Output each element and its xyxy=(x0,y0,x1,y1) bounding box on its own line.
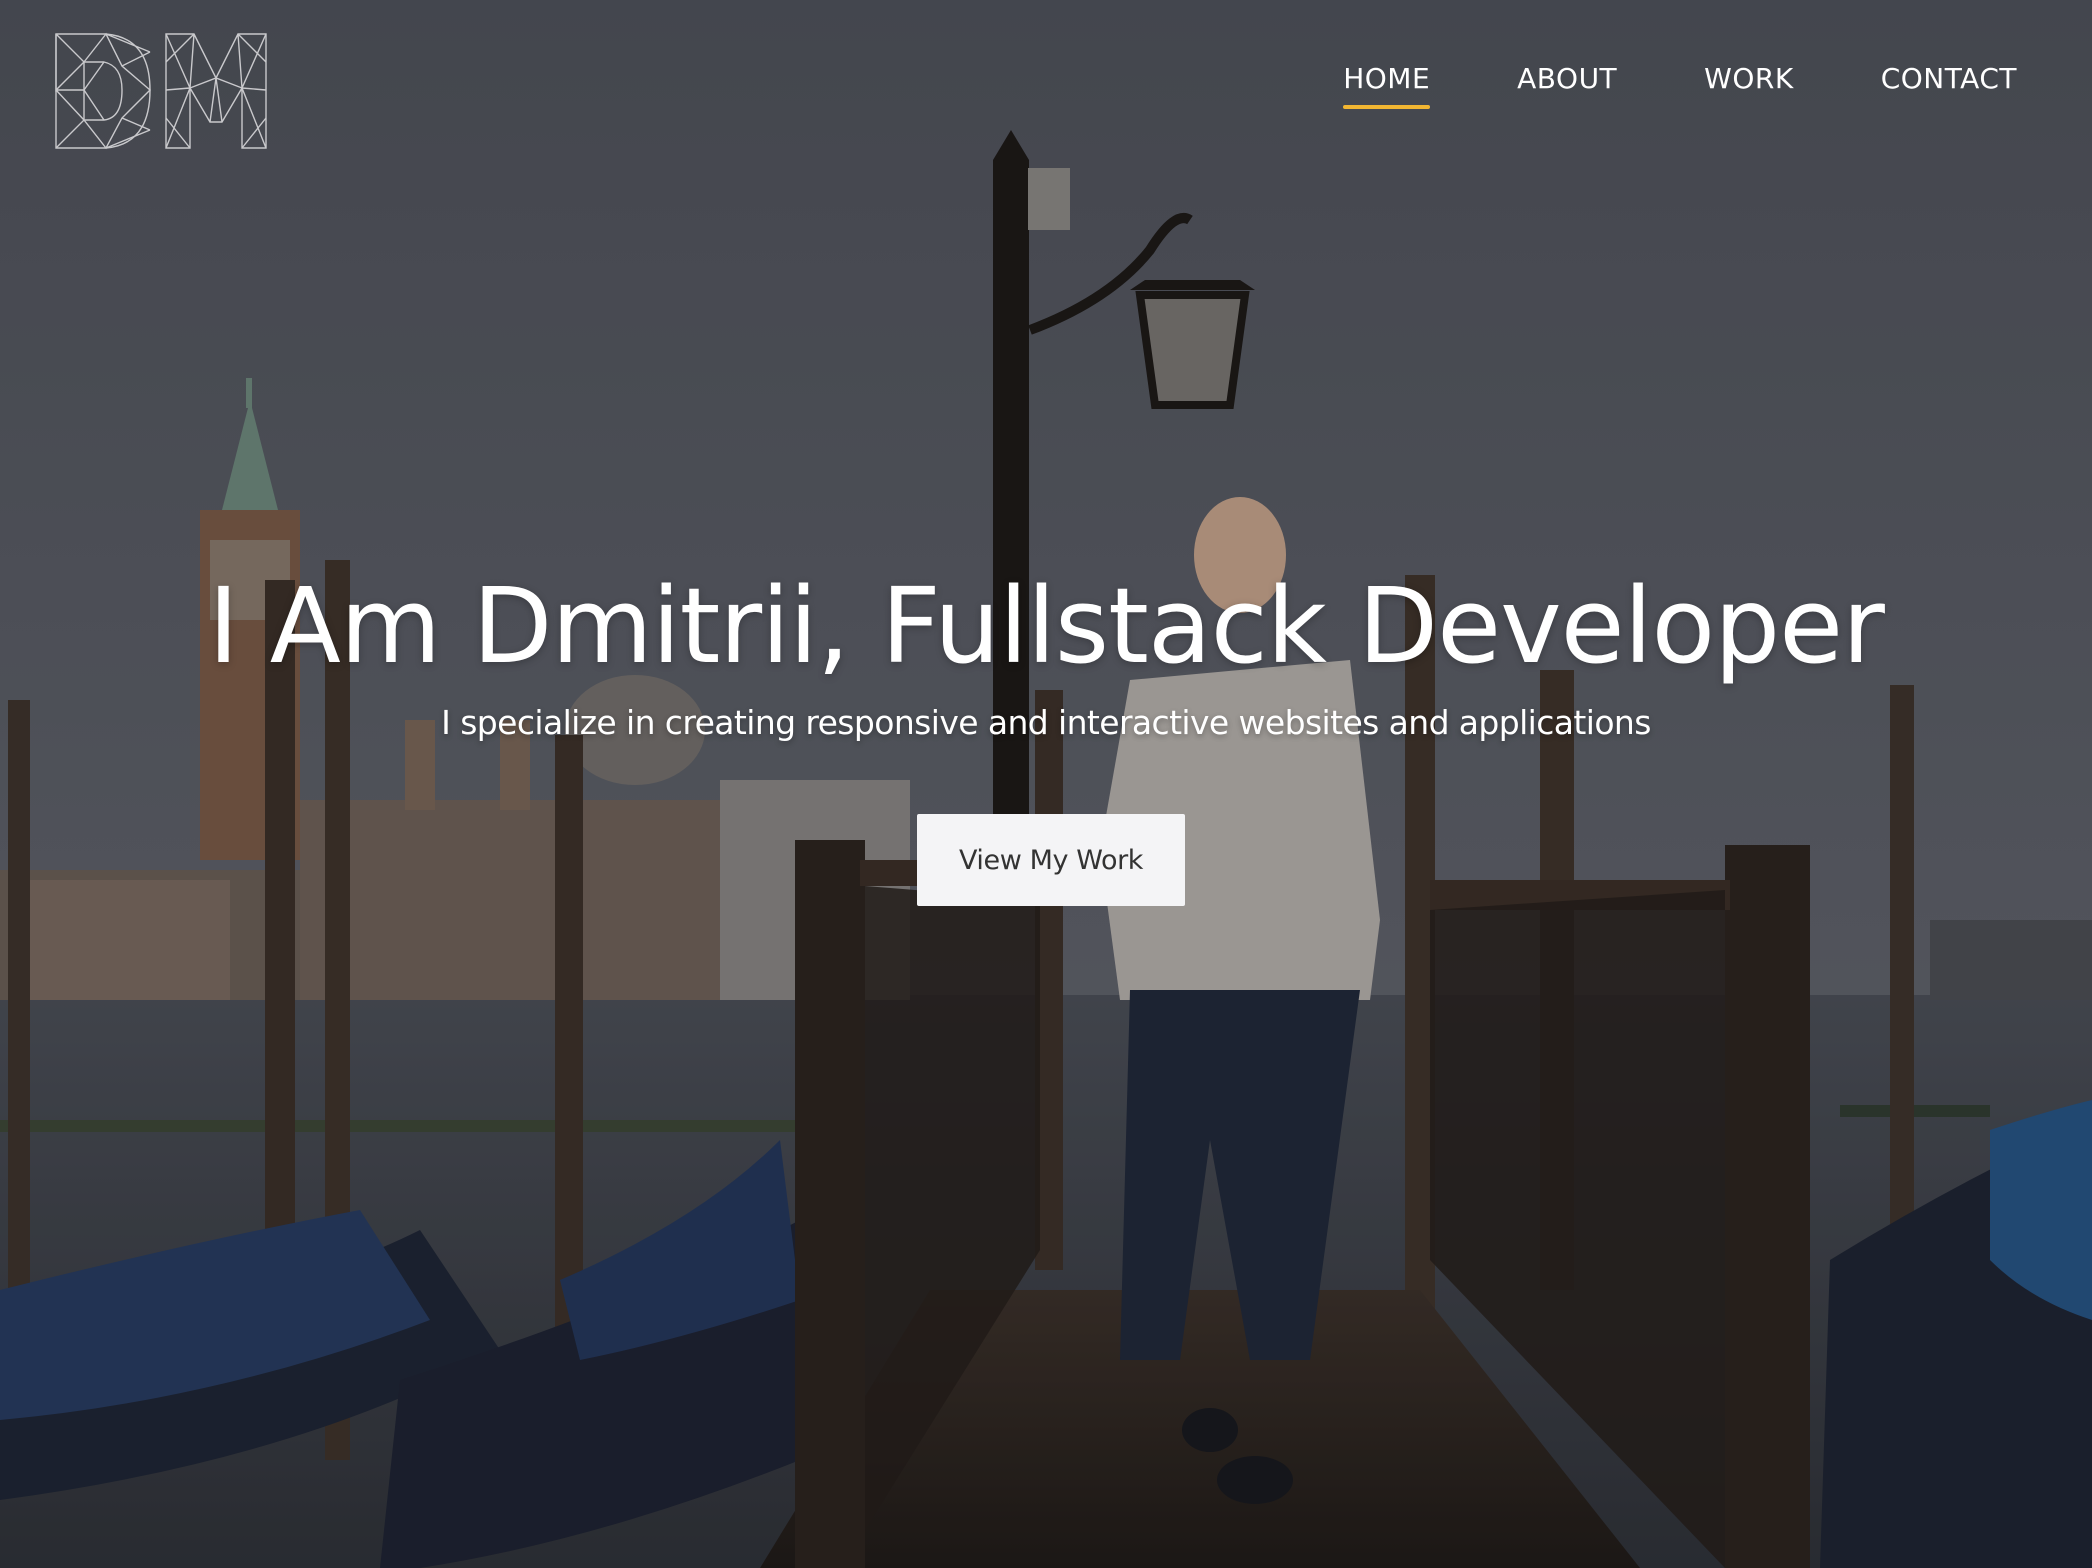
view-my-work-button[interactable]: View My Work xyxy=(917,814,1185,906)
nav-contact[interactable]: CONTACT xyxy=(1881,62,2017,109)
nav-home[interactable]: HOME xyxy=(1343,62,1431,109)
nav-work[interactable]: WORK xyxy=(1704,62,1794,109)
hero-subtitle: I specialize in creating responsive and … xyxy=(441,703,1651,742)
dm-logo[interactable] xyxy=(54,32,268,150)
hero-section: HOME ABOUT WORK CONTACT I Am Dmitrii, Fu… xyxy=(0,0,2092,1568)
nav-about[interactable]: ABOUT xyxy=(1517,62,1617,109)
hero-title: I Am Dmitrii, Fullstack Developer xyxy=(208,565,1885,687)
hero-dark-overlay xyxy=(0,0,2092,1568)
main-nav: HOME ABOUT WORK CONTACT xyxy=(1343,62,2017,109)
